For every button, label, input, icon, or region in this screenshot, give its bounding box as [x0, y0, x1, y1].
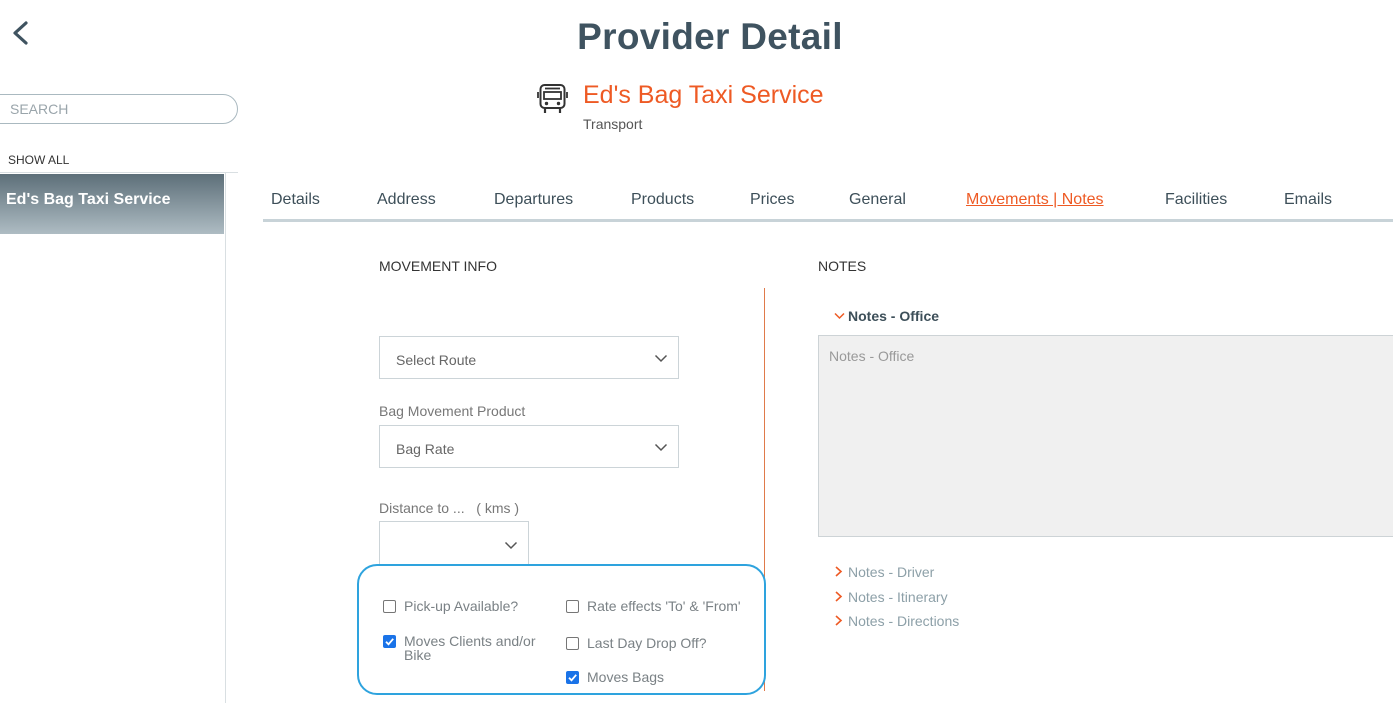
notes-office-textarea[interactable]: [818, 335, 1393, 537]
chevron-right-icon: [835, 591, 843, 602]
chevron-down-icon: [654, 354, 668, 363]
notes-itinerary-label: Notes - Itinerary: [848, 589, 948, 605]
notes-itinerary-toggle[interactable]: Notes - Itinerary: [834, 589, 948, 605]
search-input[interactable]: [0, 94, 238, 124]
chevron-right-icon: [835, 615, 843, 626]
moves-clients-checkbox[interactable]: [383, 635, 396, 648]
distance-select[interactable]: [379, 521, 529, 566]
sidebar-item-provider[interactable]: Ed's Bag Taxi Service: [0, 174, 224, 234]
rate-effects-checkbox[interactable]: [566, 600, 579, 613]
notes-directions-toggle[interactable]: Notes - Directions: [834, 613, 959, 629]
last-day-dropoff-checkbox[interactable]: [566, 637, 579, 650]
chevron-down-icon: [654, 443, 668, 452]
page-title: Provider Detail: [577, 16, 843, 57]
route-select[interactable]: Select Route: [379, 336, 679, 379]
tab-details[interactable]: Details: [271, 191, 320, 209]
notes-driver-toggle[interactable]: Notes - Driver: [834, 564, 934, 580]
tab-emails[interactable]: Emails: [1284, 191, 1332, 209]
rate-effects-label: Rate effects 'To' & 'From': [587, 598, 741, 614]
show-all-link[interactable]: SHOW ALL: [8, 153, 69, 167]
provider-type: Transport: [583, 116, 643, 132]
tab-movements-notes[interactable]: Movements | Notes: [966, 191, 1104, 209]
chevron-down-icon: [504, 541, 518, 550]
tab-facilities[interactable]: Facilities: [1165, 191, 1227, 209]
notes-heading: NOTES: [818, 258, 867, 274]
pickup-available-checkbox[interactable]: [383, 600, 396, 613]
notes-driver-label: Notes - Driver: [848, 564, 935, 580]
tab-general[interactable]: General: [849, 191, 906, 209]
distance-label: Distance to ... ( kms ): [379, 500, 520, 516]
chevron-down-icon: [834, 312, 845, 320]
chevron-right-icon: [835, 566, 843, 577]
tabs-underline: [263, 219, 1393, 222]
sidebar-divider: [0, 172, 238, 173]
moves-bags-label: Moves Bags: [587, 669, 665, 685]
sidebar-item-label: Ed's Bag Taxi Service: [6, 191, 171, 208]
tab-departures[interactable]: Departures: [494, 191, 573, 209]
pickup-available-label: Pick-up Available?: [404, 598, 519, 614]
notes-office-title: Notes - Office: [848, 308, 940, 324]
tab-address[interactable]: Address: [377, 191, 436, 209]
bag-product-label: Bag Movement Product: [379, 403, 526, 419]
last-day-dropoff-label: Last Day Drop Off?: [587, 635, 707, 651]
tab-prices[interactable]: Prices: [750, 191, 794, 209]
bag-product-value: Bag Rate: [396, 441, 455, 457]
notes-directions-label: Notes - Directions: [848, 613, 960, 629]
route-select-value: Select Route: [396, 352, 477, 368]
moves-bags-checkbox[interactable]: [566, 671, 579, 684]
movement-info-heading: MOVEMENT INFO: [379, 258, 497, 274]
moves-clients-label: Moves Clients and/or Bike: [404, 633, 536, 663]
notes-office-toggle[interactable]: Notes - Office: [834, 308, 939, 324]
movement-options-group: [357, 564, 766, 695]
tab-products[interactable]: Products: [631, 191, 694, 209]
provider-name: Ed's Bag Taxi Service: [583, 81, 824, 109]
bag-product-select[interactable]: Bag Rate: [379, 425, 679, 468]
sidebar-border: [225, 172, 226, 703]
bus-icon: [537, 84, 568, 113]
